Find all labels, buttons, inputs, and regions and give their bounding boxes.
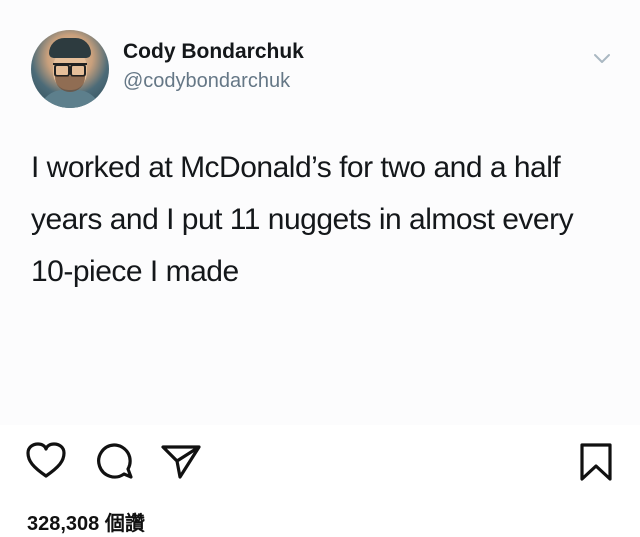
bookmark-icon[interactable] — [578, 441, 614, 483]
likes-count[interactable]: 328,308 個讚 — [27, 507, 145, 536]
display-name[interactable]: Cody Bondarchuk — [123, 40, 304, 64]
avatar-shirt — [39, 90, 101, 108]
user-handle[interactable]: @codybondarchuk — [123, 70, 290, 93]
avatar-glasses — [53, 63, 87, 77]
chevron-down-icon[interactable] — [592, 50, 612, 66]
heart-icon[interactable] — [25, 441, 67, 481]
avatar[interactable] — [31, 30, 109, 108]
share-icon[interactable] — [160, 441, 202, 481]
embedded-tweet-card: Cody Bondarchuk @codybondarchuk I worked… — [0, 0, 640, 425]
avatar-cap — [49, 38, 91, 58]
tweet-text: I worked at McDonald’s for two and a hal… — [31, 151, 574, 288]
post-action-bar — [0, 441, 640, 491]
comment-icon[interactable] — [94, 441, 134, 481]
